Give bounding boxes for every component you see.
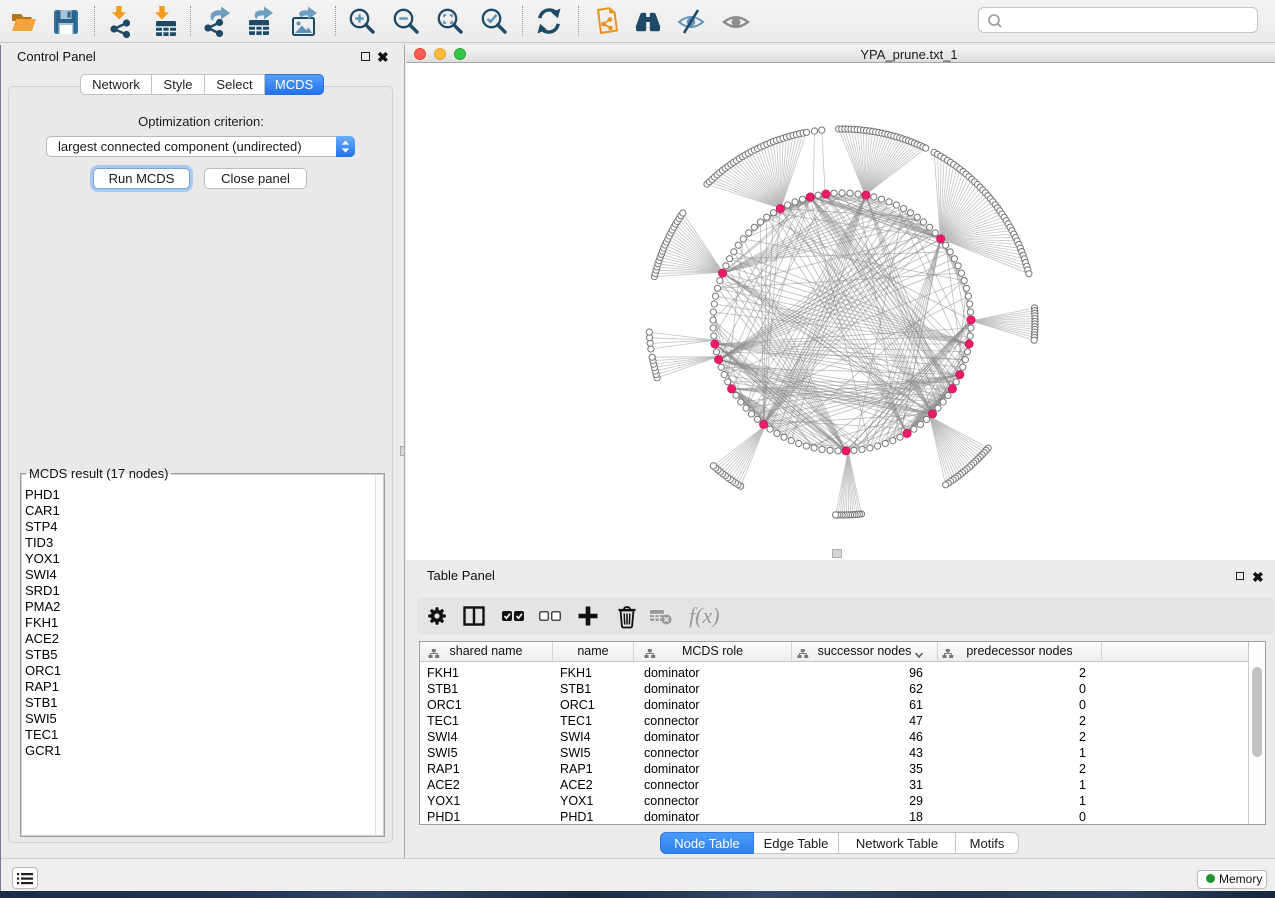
svg-text:f(x): f(x) (689, 603, 720, 628)
